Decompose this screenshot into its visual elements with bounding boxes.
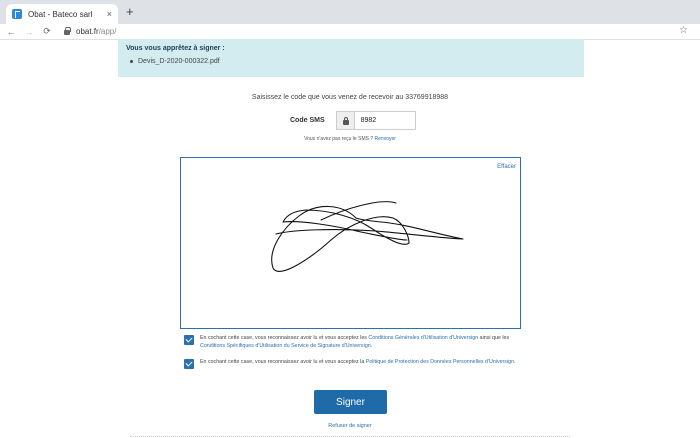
footer-divider (130, 436, 570, 437)
tab-title: Obat - Bateco sarl (28, 9, 93, 19)
refuse-to-sign-link[interactable]: Refuser de signer (0, 423, 700, 429)
sms-code-input[interactable] (354, 112, 415, 129)
bullet-icon (130, 60, 133, 63)
consent-privacy: En cochant cette case, vous reconnaissez… (184, 358, 524, 369)
resend-row: Vous n'avez pas reçu le SMS ? Renvoyer (0, 136, 700, 142)
signature-stroke (271, 205, 464, 272)
cgu-link[interactable]: Conditions Générales d'Utilisation d'Uni… (368, 335, 478, 341)
address-bar[interactable]: obat.fr/app/ (76, 27, 116, 36)
browser-tab[interactable]: Obat - Bateco sarl × (6, 4, 118, 24)
signature-drawing (271, 201, 464, 272)
consent-cgu-text: En cochant cette case, vous reconnaissez… (200, 334, 524, 350)
clear-signature-link[interactable]: Effacer (497, 164, 516, 170)
consent-cgu-checkbox[interactable] (184, 335, 194, 345)
close-tab-icon[interactable]: × (107, 9, 112, 19)
back-arrow-icon[interactable]: ← (4, 27, 18, 37)
consent-cgu: En cochant cette case, vous reconnaissez… (184, 334, 524, 350)
bookmark-star-icon[interactable]: ☆ (679, 25, 688, 36)
resend-link[interactable]: Renvoyer (375, 136, 396, 142)
not-received-text: Vous n'avez pas reçu le SMS ? (304, 136, 374, 142)
sign-button[interactable]: Signer (314, 390, 387, 414)
consent-cgu-text-after: . (370, 343, 373, 349)
browser-tab-bar: Obat - Bateco sarl × + (0, 0, 700, 24)
reload-icon[interactable]: ⟳ (40, 26, 54, 37)
consent-privacy-text-before: En cochant cette case, vous reconnaissez… (200, 359, 366, 365)
url-path: /app/ (98, 27, 117, 36)
consent-privacy-text-after: . (514, 359, 516, 365)
sms-code-row: Code SMS (290, 111, 416, 130)
sms-code-label: Code SMS (290, 117, 325, 124)
signature-pad[interactable]: Effacer (180, 157, 521, 329)
url-host: obat.fr (76, 27, 99, 36)
browser-toolbar: ← → ⟳ obat.fr/app/ ☆ (0, 24, 700, 40)
obat-favicon-icon (12, 9, 22, 19)
sms-code-field (335, 111, 416, 130)
banner-title: Vous vous apprêtez à signer : (126, 45, 225, 52)
consent-cgu-text-before: En cochant cette case, vous reconnaissez… (200, 335, 369, 341)
consent-privacy-text: En cochant cette case, vous reconnaissez… (200, 358, 516, 369)
sms-instruction: Saisissez le code que vous venez de rece… (251, 94, 449, 101)
document-banner: Vous vous apprêtez à signer : Devis_D-20… (118, 39, 584, 77)
consent-privacy-checkbox[interactable] (184, 359, 194, 369)
document-list-item: Devis_D-2020-000322.pdf (126, 58, 576, 65)
forward-arrow-icon[interactable]: → (22, 27, 36, 37)
new-tab-icon[interactable]: + (126, 5, 134, 19)
csu-link[interactable]: Conditions Spécifiques d'Utilisation du … (200, 343, 371, 349)
lock-icon (336, 112, 355, 129)
document-filename: Devis_D-2020-000322.pdf (138, 58, 220, 65)
secure-lock-icon[interactable] (64, 27, 71, 35)
consent-cgu-text-middle: ainsi que les (478, 335, 510, 341)
privacy-policy-link[interactable]: Politique de Protection des Données Pers… (366, 359, 514, 365)
